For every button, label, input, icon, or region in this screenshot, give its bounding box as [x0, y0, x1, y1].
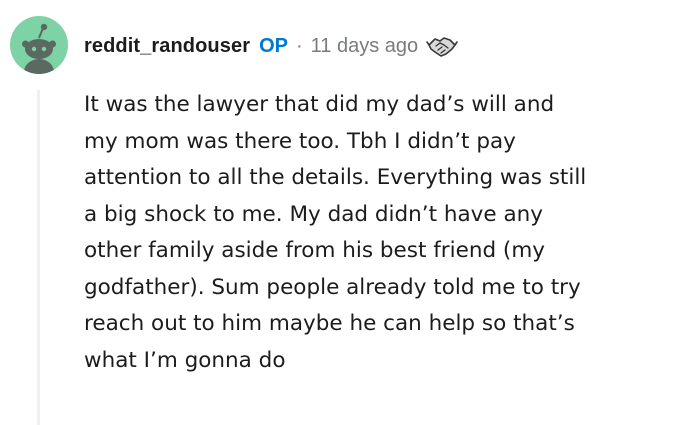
- comment-meta: reddit_randouser OP · 11 days ago: [84, 30, 458, 62]
- op-badge: OP: [259, 34, 288, 57]
- comment-body: It was the lawyer that did my dad’s will…: [84, 92, 587, 373]
- comment-timestamp[interactable]: 11 days ago: [311, 35, 419, 58]
- meta-separator: ·: [296, 34, 303, 57]
- comment: reddit_randouser OP · 11 days ago It was…: [0, 0, 700, 425]
- snoo-avatar-icon[interactable]: [10, 16, 68, 74]
- author-username[interactable]: reddit_randouser: [84, 35, 250, 58]
- handshake-award-icon[interactable]: [426, 32, 458, 60]
- thread-line[interactable]: [37, 90, 40, 425]
